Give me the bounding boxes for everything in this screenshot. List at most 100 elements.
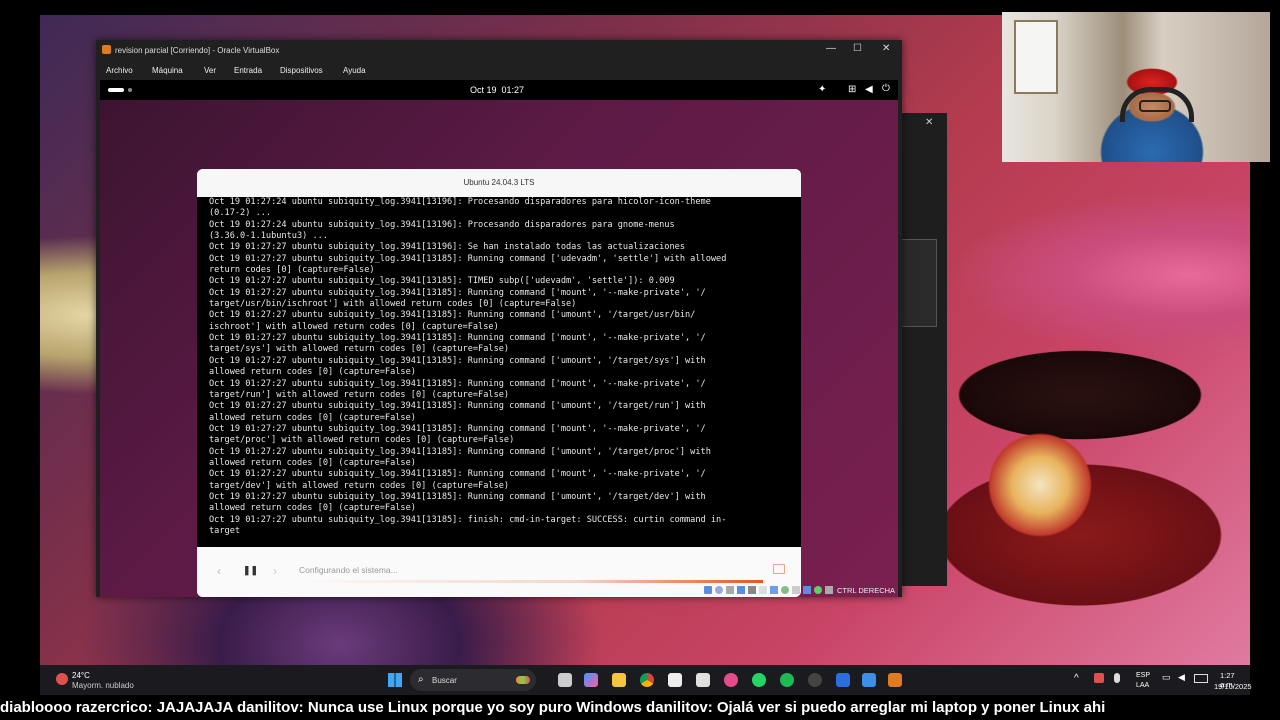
maximize-button[interactable]: ☐ bbox=[853, 43, 862, 54]
back-arrow-icon[interactable]: ‹ bbox=[217, 564, 221, 578]
install-log-text: Oct 19 01:27:24 ubuntu subiquity_log.394… bbox=[197, 197, 801, 537]
weather-temperature[interactable]: 24°C bbox=[72, 671, 90, 680]
obs-icon[interactable] bbox=[808, 673, 822, 687]
workspace-indicator[interactable] bbox=[108, 88, 124, 92]
log-line: target/sys'] with allowed return codes [… bbox=[209, 344, 510, 355]
optical-drive-icon[interactable] bbox=[715, 586, 723, 594]
media-app-icon[interactable] bbox=[696, 673, 710, 687]
log-line: allowed return codes [0] (capture=False) bbox=[209, 367, 416, 378]
language-line1[interactable]: ESP bbox=[1136, 672, 1150, 679]
pink-app-icon[interactable] bbox=[724, 673, 738, 687]
vt-x-icon[interactable] bbox=[803, 586, 811, 594]
window-titlebar[interactable]: revision parcial [Corriendo] - Oracle Vi… bbox=[96, 40, 902, 60]
tray-chevron-icon[interactable]: ^ bbox=[1074, 673, 1079, 684]
clock-date[interactable]: 19/10/2025 bbox=[1214, 682, 1252, 691]
vbox-statusbar: CTRL DERECHA bbox=[704, 585, 900, 597]
chat-ticker: diabloooo razercrico: JAJAJAJA danilitov… bbox=[0, 695, 1280, 720]
pause-button[interactable]: ❚❚ bbox=[243, 565, 258, 576]
network-adapter-icon[interactable] bbox=[737, 586, 745, 594]
battery-icon[interactable] bbox=[1194, 674, 1208, 683]
speaker-icon[interactable]: ◀ bbox=[1178, 672, 1185, 683]
app-blue-icon[interactable] bbox=[836, 673, 850, 687]
storage-icon[interactable] bbox=[704, 586, 712, 594]
copilot-icon[interactable] bbox=[584, 673, 598, 687]
display-icon[interactable] bbox=[770, 586, 778, 594]
keyboard-icon[interactable] bbox=[825, 586, 833, 594]
progress-bar bbox=[297, 580, 763, 583]
accessibility-icon[interactable]: ✦ bbox=[818, 84, 826, 95]
weather-description[interactable]: Mayorm. nublado bbox=[72, 681, 134, 690]
recording-icon[interactable] bbox=[781, 586, 789, 594]
log-line: Oct 19 01:27:27 ubuntu subiquity_log.394… bbox=[209, 514, 727, 525]
microphone-icon[interactable] bbox=[1114, 673, 1120, 683]
log-line: Oct 19 01:27:24 ubuntu subiquity_log.394… bbox=[209, 197, 711, 207]
tray-app-icon[interactable] bbox=[1094, 673, 1104, 683]
vbox-menubar: Archivo Máquina Ver Entrada Dispositivos… bbox=[96, 60, 902, 80]
close-button[interactable]: ✕ bbox=[882, 43, 890, 54]
vm-display[interactable]: Oct 19 01:27 ✦ ⊞ ◀ ⏻ Ubuntu 24.04.3 LTS … bbox=[100, 80, 898, 597]
cpu-icon[interactable] bbox=[792, 586, 800, 594]
window-thumbnail bbox=[901, 239, 937, 327]
log-line: Oct 19 01:27:27 ubuntu subiquity_log.394… bbox=[209, 446, 711, 457]
taskbar-search[interactable]: ⌕ Buscar bbox=[410, 669, 536, 691]
status-text: Configurando el sistema... bbox=[299, 565, 398, 575]
log-line: target/dev'] with allowed return codes [… bbox=[209, 480, 510, 491]
install-log-terminal[interactable]: Oct 19 01:27:24 ubuntu subiquity_log.394… bbox=[197, 197, 801, 547]
whatsapp-icon[interactable] bbox=[752, 673, 766, 687]
wifi-icon[interactable]: ▭ bbox=[1162, 672, 1171, 683]
menu-archivo[interactable]: Archivo bbox=[106, 66, 133, 75]
spotify-icon[interactable] bbox=[780, 673, 794, 687]
volume-icon[interactable]: ◀ bbox=[865, 84, 873, 95]
file-explorer-icon[interactable] bbox=[612, 673, 626, 687]
search-highlight-icon bbox=[516, 676, 530, 684]
weather-icon[interactable] bbox=[56, 673, 68, 685]
menu-ayuda[interactable]: Ayuda bbox=[343, 66, 366, 75]
start-windows-icon[interactable] bbox=[388, 673, 402, 687]
headset bbox=[1120, 87, 1194, 122]
network-icon[interactable]: ⊞ bbox=[848, 84, 856, 95]
search-placeholder: Buscar bbox=[432, 676, 457, 685]
close-icon[interactable]: ✕ bbox=[925, 117, 933, 128]
forward-arrow-icon[interactable]: › bbox=[273, 564, 277, 578]
virtualbox-logo-icon bbox=[102, 45, 111, 54]
gnome-clock[interactable]: Oct 19 01:27 bbox=[470, 85, 524, 95]
mouse-integration-icon[interactable] bbox=[814, 586, 822, 594]
audio-icon[interactable] bbox=[726, 586, 734, 594]
host-key-label: CTRL DERECHA bbox=[837, 586, 896, 595]
menu-maquina[interactable]: Máquina bbox=[152, 66, 183, 75]
usb-icon[interactable] bbox=[748, 586, 756, 594]
language-line2[interactable]: LAA bbox=[1136, 682, 1149, 689]
installer-title: Ubuntu 24.04.3 LTS bbox=[197, 169, 801, 197]
window-title: revision parcial [Corriendo] - Oracle Vi… bbox=[115, 46, 280, 55]
log-line: Oct 19 01:27:27 ubuntu subiquity_log.394… bbox=[209, 253, 727, 264]
log-line: return codes [0] (capture=False) bbox=[209, 265, 375, 276]
log-line: Oct 19 01:27:27 ubuntu subiquity_log.394… bbox=[209, 310, 696, 321]
virtualbox-taskbar-icon[interactable] bbox=[888, 673, 902, 687]
log-line: Oct 19 01:27:27 ubuntu subiquity_log.394… bbox=[209, 423, 706, 434]
menu-dispositivos[interactable]: Dispositivos bbox=[280, 66, 323, 75]
virtualbox-window[interactable]: revision parcial [Corriendo] - Oracle Vi… bbox=[96, 40, 902, 597]
store-icon[interactable] bbox=[668, 673, 682, 687]
task-view-icon[interactable] bbox=[558, 673, 572, 687]
log-line: target/usr/bin/ischroot'] with allowed r… bbox=[209, 299, 577, 310]
search-icon: ⌕ bbox=[418, 674, 424, 685]
menu-ver[interactable]: Ver bbox=[204, 66, 216, 75]
log-line: allowed return codes [0] (capture=False) bbox=[209, 412, 416, 423]
log-line: ischroot'] with allowed return codes [0]… bbox=[209, 321, 499, 332]
slideshow-icon[interactable] bbox=[773, 564, 785, 574]
chrome-icon[interactable] bbox=[640, 673, 654, 687]
log-line: allowed return codes [0] (capture=False) bbox=[209, 457, 416, 468]
log-line: Oct 19 01:27:27 ubuntu subiquity_log.394… bbox=[209, 355, 706, 366]
power-icon[interactable]: ⏻ bbox=[882, 83, 890, 94]
menu-entrada[interactable]: Entrada bbox=[234, 66, 262, 75]
shared-folders-icon[interactable] bbox=[759, 586, 767, 594]
log-line: (0.17-2) ... bbox=[209, 208, 272, 219]
vscode-icon[interactable] bbox=[862, 673, 876, 687]
log-line: (3.36.0-1.1ubuntu3) ... bbox=[209, 231, 328, 242]
background-window[interactable]: ✕ bbox=[897, 113, 947, 586]
gnome-top-bar: Oct 19 01:27 ✦ ⊞ ◀ ⏻ bbox=[100, 80, 898, 100]
ubuntu-installer-dialog[interactable]: Ubuntu 24.04.3 LTS Oct 19 01:27:24 ubunt… bbox=[197, 169, 801, 597]
minimize-button[interactable]: — bbox=[826, 43, 836, 54]
webcam-overlay bbox=[1002, 12, 1270, 162]
log-line: Oct 19 01:27:27 ubuntu subiquity_log.394… bbox=[209, 333, 706, 344]
